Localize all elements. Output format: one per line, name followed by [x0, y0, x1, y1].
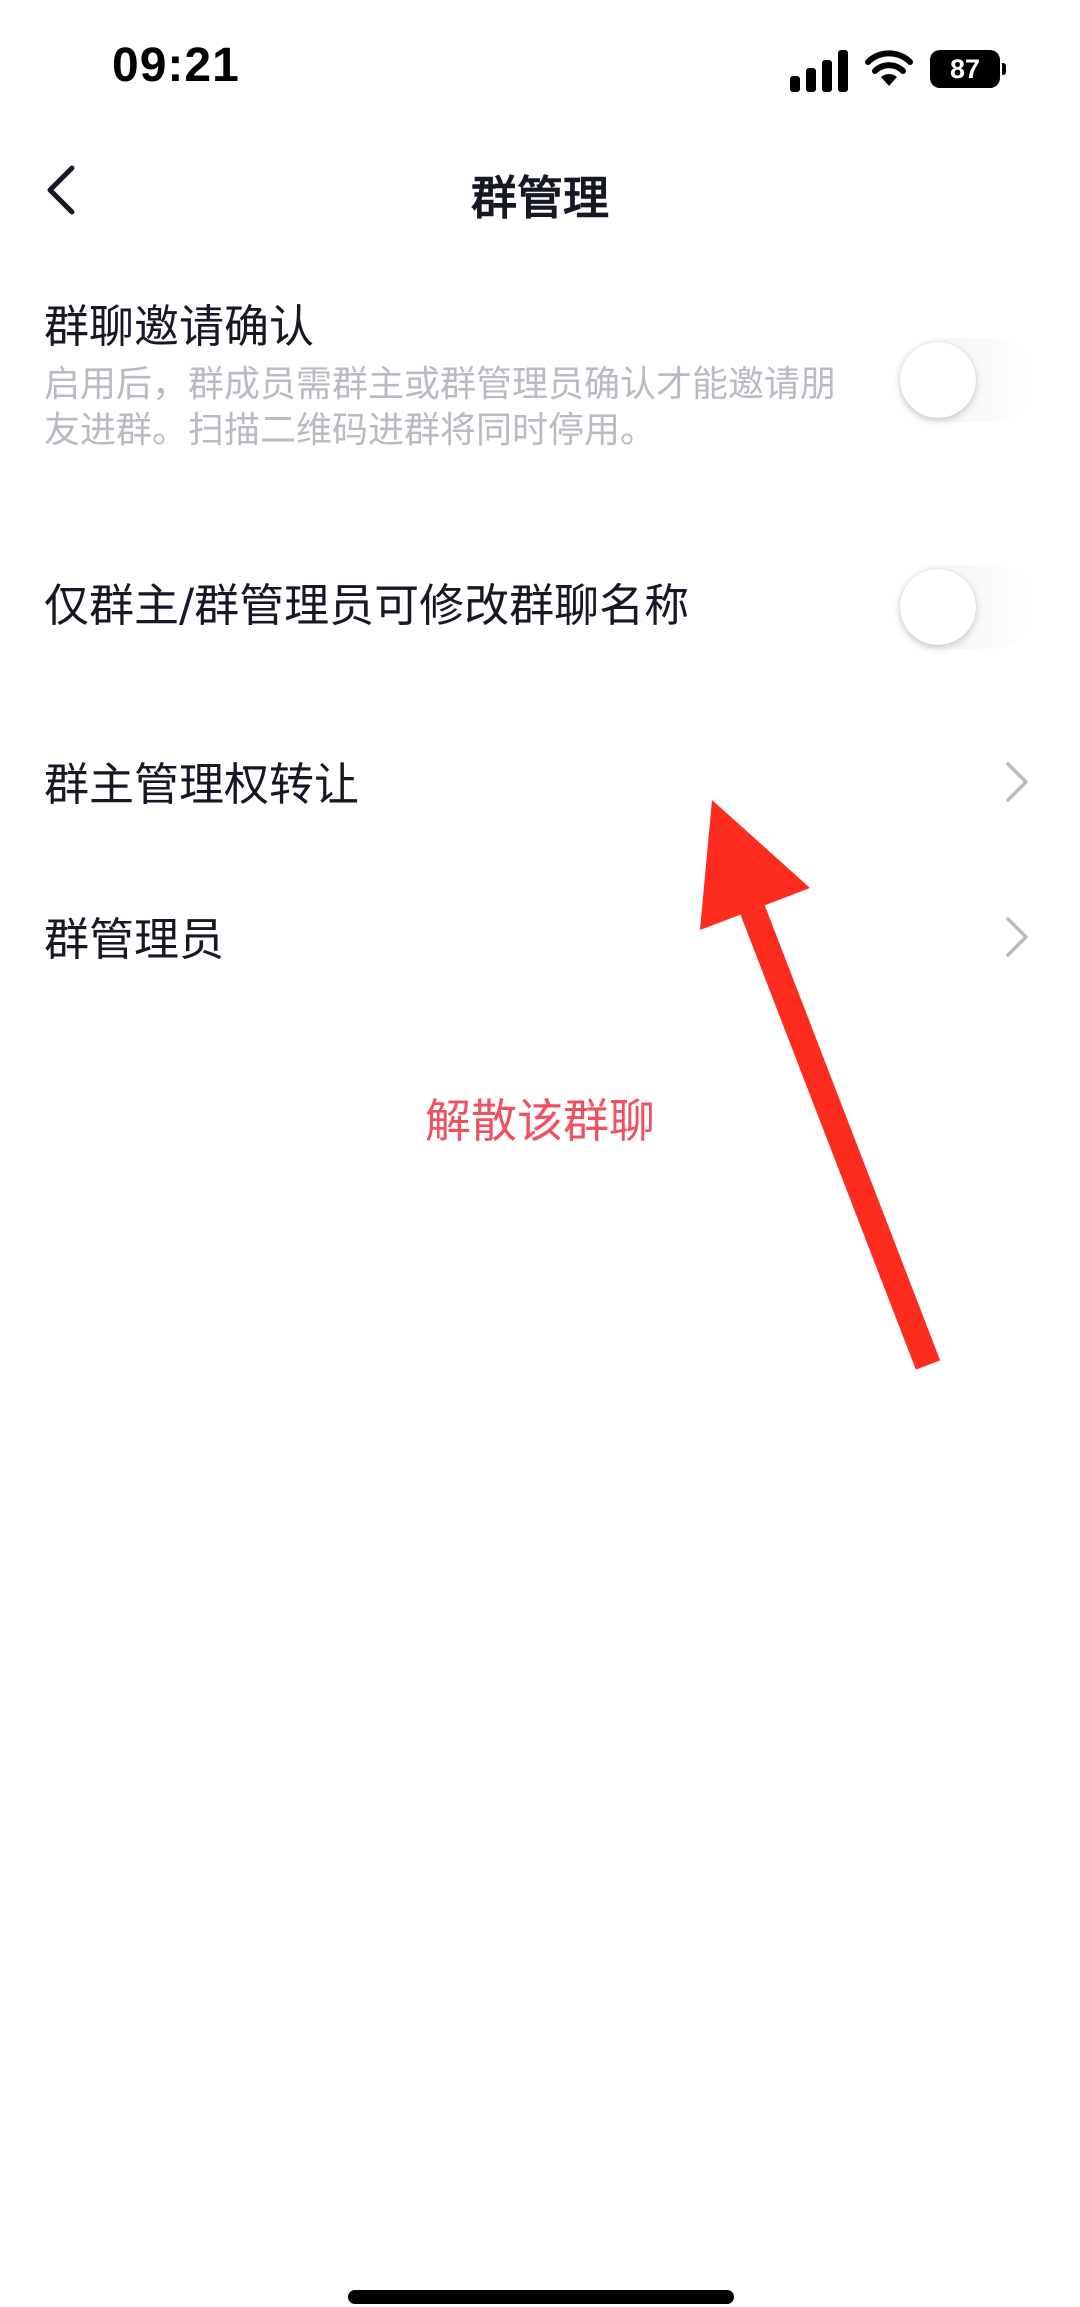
status-bar: 09:21 87 [0, 0, 1080, 140]
toggle-knob [900, 342, 976, 418]
toggle-knob [900, 569, 976, 645]
status-time: 09:21 [112, 39, 240, 92]
rename-permission-title: 仅群主/群管理员可修改群聊名称 [44, 579, 690, 632]
chevron-right-icon [1006, 762, 1028, 802]
battery-tip [1002, 63, 1006, 75]
invite-confirm-description: 启用后，群成员需群主或群管理员确认才能邀请朋友进群。扫描二维码进群将同时停用。 [44, 364, 837, 451]
setting-transfer-owner[interactable]: 群主管理权转让 [0, 738, 1080, 828]
battery-level: 87 [949, 53, 981, 84]
dissolve-group-button[interactable]: 解散该群聊 [0, 1085, 1080, 1151]
battery-body: 87 [930, 50, 1000, 88]
admins-title: 群管理员 [44, 913, 225, 966]
signal-icon [790, 50, 848, 92]
nav-bar: 群管理 [0, 140, 1080, 240]
rename-permission-toggle[interactable] [896, 565, 1036, 649]
setting-rename-permission: 仅群主/群管理员可修改群聊名称 [0, 565, 1080, 655]
home-indicator [348, 2290, 734, 2304]
wifi-icon [865, 50, 913, 86]
transfer-owner-title: 群主管理权转让 [44, 758, 360, 811]
invite-confirm-toggle[interactable] [896, 338, 1036, 422]
page-title: 群管理 [471, 171, 609, 225]
setting-invite-confirm: 群聊邀请确认 启用后，群成员需群主或群管理员确认才能邀请朋友进群。扫描二维码进群… [0, 290, 1080, 490]
invite-confirm-title: 群聊邀请确认 [44, 300, 315, 353]
battery-icon: 87 [930, 50, 1006, 88]
setting-admins[interactable]: 群管理员 [0, 893, 1080, 983]
chevron-right-icon [1006, 917, 1028, 957]
